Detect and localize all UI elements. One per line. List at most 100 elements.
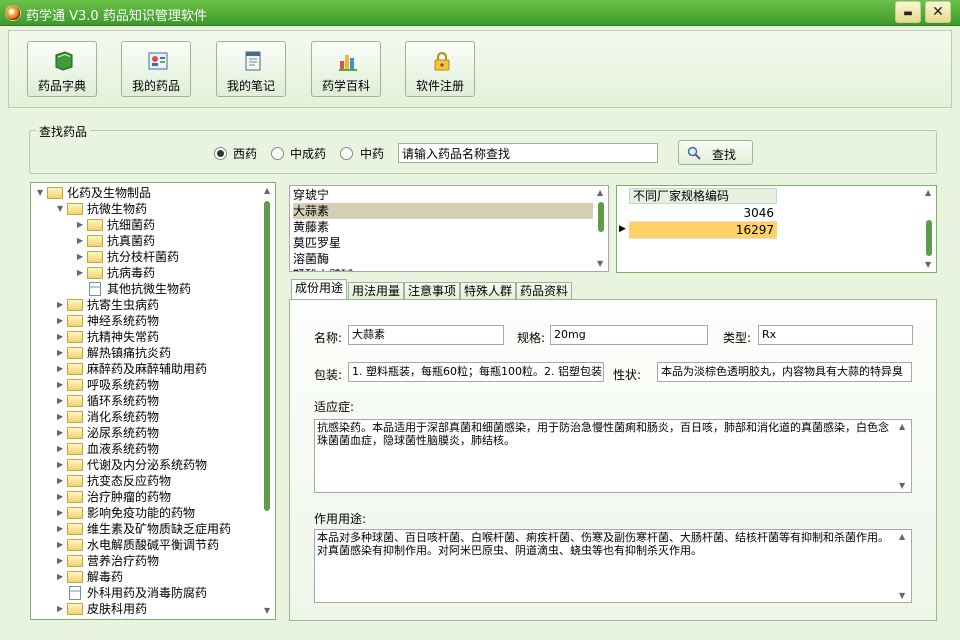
minimize-button[interactable]: ▬ [895, 1, 921, 23]
scroll-down-icon[interactable]: ▼ [264, 607, 270, 615]
expand-toggle-icon[interactable]: ▶ [57, 361, 67, 377]
tab-precautions[interactable]: 注意事项 [404, 282, 460, 300]
usage-scrollbar[interactable]: ▲ ▼ [897, 530, 910, 602]
drug-search-input[interactable] [398, 143, 658, 163]
indication-textarea[interactable]: 抗感染药。本品适用于深部真菌和细菌感染，用于防治急慢性菌痢和肠炎，百日咳，肺部和… [314, 419, 912, 493]
tree-item[interactable]: ▶ 抗寄生虫病药 [57, 297, 159, 313]
tree-item[interactable]: ▶ 眼科用药 [57, 617, 135, 619]
grid-cell[interactable]: 16297 [629, 222, 777, 239]
tree-item[interactable]: ▶ 循环系统药物 [57, 393, 159, 409]
close-button[interactable]: ✕ [925, 1, 951, 23]
package-field[interactable]: 1. 塑料瓶装，每瓶60粒；每瓶100粒。2. 铝塑包装 [348, 362, 604, 382]
tree-item[interactable]: ▶ 解热镇痛抗炎药 [57, 345, 171, 361]
expand-toggle-icon[interactable]: ▶ [57, 473, 67, 489]
expand-toggle-icon[interactable]: ▶ [57, 521, 67, 537]
drug-list[interactable]: 穿琥宁大蒜素黄藤素莫匹罗星溶菌酶鞣酸小檗碱 ▲ ▼ [289, 185, 609, 272]
tab-special-populations[interactable]: 特殊人群 [460, 282, 516, 300]
scroll-up-icon[interactable]: ▲ [899, 423, 905, 431]
expand-toggle-icon[interactable]: ▶ [57, 489, 67, 505]
expand-toggle-icon[interactable]: ▶ [57, 345, 67, 361]
expand-toggle-icon[interactable]: ▶ [57, 425, 67, 441]
tree-item[interactable]: ▶ 泌尿系统药物 [57, 425, 159, 441]
scroll-down-icon[interactable]: ▼ [899, 592, 905, 600]
software-registration-button[interactable]: 软件注册 [405, 41, 475, 97]
grid-scroll-thumb[interactable] [926, 220, 932, 256]
name-field[interactable]: 大蒜素 [348, 325, 504, 345]
expand-toggle-icon[interactable]: ▶ [57, 441, 67, 457]
expand-toggle-icon[interactable]: ▶ [57, 313, 67, 329]
tab-dosage[interactable]: 用法用量 [348, 282, 404, 300]
scroll-down-icon[interactable]: ▼ [925, 261, 931, 269]
expand-toggle-icon[interactable]: ▶ [57, 569, 67, 585]
expand-toggle-icon[interactable]: ▶ [77, 233, 87, 249]
tree-item[interactable]: ▶ 抗病毒药 [77, 265, 155, 281]
tree-item[interactable]: ▶ 抗细菌药 [77, 217, 155, 233]
tree-item[interactable]: ▶ 水电解质酸碱平衡调节药 [57, 537, 219, 553]
tab-drug-info[interactable]: 药品资料 [516, 282, 572, 300]
drug-list-item[interactable]: 鞣酸小檗碱 [293, 267, 593, 271]
usage-textarea[interactable]: 本品对多种球菌、百日咳杆菌、白喉杆菌、痢疾杆菌、伤寒及副伤寒杆菌、大肠杆菌、结核… [314, 529, 912, 603]
tree-item[interactable]: 外科用药及消毒防腐药 [57, 585, 207, 601]
indication-scrollbar[interactable]: ▲ ▼ [897, 420, 910, 492]
my-drugs-button[interactable]: 我的药品 [121, 41, 191, 97]
tree-item[interactable]: ▶ 解毒药 [57, 569, 123, 585]
expand-toggle-icon[interactable]: ▶ [57, 377, 67, 393]
expand-toggle-icon[interactable]: ▶ [57, 457, 67, 473]
chinese-herbal-medicine-radio[interactable] [340, 147, 353, 160]
tab-composition-usage[interactable]: 成份用途 [291, 279, 347, 300]
drug-list-item[interactable]: 大蒜素 [293, 203, 593, 219]
tree-item[interactable]: ▶ 消化系统药物 [57, 409, 159, 425]
tree-item[interactable]: ▶ 抗变态反应药物 [57, 473, 171, 489]
tree-item[interactable]: ▶ 治疗肿瘤的药物 [57, 489, 171, 505]
tree-item[interactable]: ▶ 抗分枝杆菌药 [77, 249, 179, 265]
tree-scrollbar[interactable]: ▲ ▼ [261, 183, 275, 619]
scroll-down-icon[interactable]: ▼ [597, 260, 603, 268]
collapse-toggle-icon[interactable]: ▼ [37, 185, 47, 201]
spec-field[interactable]: 20mg [550, 325, 708, 345]
my-notes-button[interactable]: 我的笔记 [216, 41, 286, 97]
manufacturer-code-grid[interactable]: 不同厂家规格编码 3046 16297 ▶ ▲ ▼ [616, 185, 937, 273]
tree-item[interactable]: ▶ 皮肤科用药 [57, 601, 147, 617]
type-field[interactable]: Rx [758, 325, 913, 345]
category-tree[interactable]: ▼ 化药及生物制品 ▼ 抗微生物药 ▶ 抗细菌药 ▶ 抗真菌药 ▶ 抗分枝杆菌药 ▶ 抗病毒药 其他抗微… [30, 182, 276, 620]
tree-item[interactable]: ▶ 维生素及矿物质缺乏症用药 [57, 521, 231, 537]
tree-item[interactable]: ▶ 影响免疫功能的药物 [57, 505, 195, 521]
expand-toggle-icon[interactable]: ▶ [57, 601, 67, 617]
drug-list-item[interactable]: 穿琥宁 [293, 187, 593, 203]
scroll-up-icon[interactable]: ▲ [925, 189, 931, 197]
tree-item[interactable]: ▶ 神经系统药物 [57, 313, 159, 329]
drug-list-item[interactable]: 溶菌酶 [293, 251, 593, 267]
drug-list-item[interactable]: 莫匹罗星 [293, 235, 593, 251]
scroll-up-icon[interactable]: ▲ [264, 187, 270, 195]
drug-dictionary-button[interactable]: 药品字典 [27, 41, 97, 97]
chinese-patent-medicine-radio[interactable] [271, 147, 284, 160]
tree-item[interactable]: ▼ 抗微生物药 [57, 201, 147, 217]
grid-cell[interactable]: 3046 [629, 205, 777, 222]
pharmacy-encyclopedia-button[interactable]: 药学百科 [311, 41, 381, 97]
tree-item[interactable]: ▼ 化药及生物制品 [37, 185, 151, 201]
collapse-toggle-icon[interactable]: ▼ [57, 201, 67, 217]
expand-toggle-icon[interactable]: ▶ [57, 617, 67, 619]
expand-toggle-icon[interactable]: ▶ [57, 409, 67, 425]
expand-toggle-icon[interactable]: ▶ [57, 553, 67, 569]
scroll-up-icon[interactable]: ▲ [899, 533, 905, 541]
expand-toggle-icon[interactable]: ▶ [57, 297, 67, 313]
tree-item[interactable]: 其他抗微生物药 [77, 281, 191, 297]
property-field[interactable]: 本品为淡棕色透明胶丸，内容物具有大蒜的特异臭 [657, 362, 912, 382]
drug-list-item[interactable]: 黄藤素 [293, 219, 593, 235]
drug-list-scrollbar[interactable]: ▲ ▼ [595, 186, 608, 271]
expand-toggle-icon[interactable]: ▶ [77, 217, 87, 233]
expand-toggle-icon[interactable]: ▶ [57, 393, 67, 409]
drug-list-scroll-thumb[interactable] [598, 202, 604, 232]
scroll-down-icon[interactable]: ▼ [899, 482, 905, 490]
expand-toggle-icon[interactable]: ▶ [57, 329, 67, 345]
western-medicine-radio[interactable] [214, 147, 227, 160]
expand-toggle-icon[interactable]: ▶ [77, 265, 87, 281]
tree-item[interactable]: ▶ 呼吸系统药物 [57, 377, 159, 393]
tree-item[interactable]: ▶ 营养治疗药物 [57, 553, 159, 569]
expand-toggle-icon[interactable]: ▶ [57, 505, 67, 521]
tree-item[interactable]: ▶ 血液系统药物 [57, 441, 159, 457]
expand-toggle-icon[interactable]: ▶ [77, 249, 87, 265]
search-button[interactable]: 查找 [678, 140, 753, 165]
scroll-up-icon[interactable]: ▲ [597, 189, 603, 197]
